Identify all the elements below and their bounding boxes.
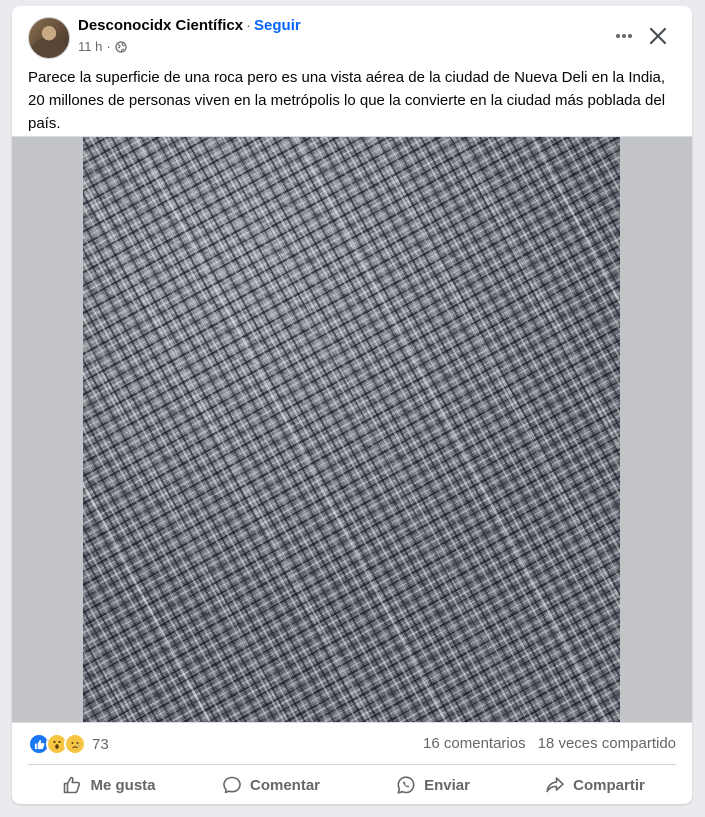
sad-reaction-icon — [64, 733, 86, 755]
post-stats: 73 16 comentarios 18 veces compartido — [28, 728, 676, 758]
reactions-summary[interactable]: 73 — [28, 733, 109, 755]
separator-dot: · — [246, 17, 252, 34]
close-icon — [649, 27, 667, 45]
comment-button[interactable]: Comentar — [190, 768, 352, 802]
divider — [28, 764, 676, 765]
share-arrow-icon — [546, 777, 564, 793]
globe-icon — [115, 40, 127, 53]
follow-button[interactable]: Seguir — [254, 17, 301, 34]
thumbs-up-icon — [64, 776, 81, 794]
shares-count[interactable]: 18 veces compartido — [538, 735, 676, 752]
post-body: Parece la superficie de una roca pero es… — [28, 69, 666, 132]
comment-label: Comentar — [249, 776, 320, 794]
post-card: Desconocidx Científicx · Seguir 11 h · Par… — [12, 6, 692, 804]
share-label: Compartir — [573, 776, 645, 794]
engagement-counts: 16 comentarios 18 veces compartido — [423, 735, 676, 752]
post-header: Desconocidx Científicx · Seguir 11 h · — [12, 6, 692, 66]
comments-count[interactable]: 16 comentarios — [423, 735, 526, 752]
post-meta: 11 h · — [78, 39, 127, 54]
close-button[interactable] — [642, 20, 674, 52]
share-button[interactable]: Compartir — [514, 768, 676, 802]
avatar[interactable] — [28, 17, 70, 59]
post-image-area[interactable] — [12, 136, 692, 723]
send-button[interactable]: Enviar — [352, 768, 514, 802]
aerial-city-photo[interactable] — [83, 137, 620, 722]
author-name[interactable]: Desconocidx Científicx — [78, 17, 243, 34]
more-options-button[interactable] — [608, 20, 640, 52]
time-separator: · — [106, 39, 111, 54]
like-label: Me gusta — [90, 776, 156, 794]
comment-bubble-icon — [223, 776, 241, 794]
author-line: Desconocidx Científicx · Seguir — [78, 17, 301, 34]
like-button[interactable]: Me gusta — [28, 768, 190, 802]
more-horizontal-icon — [616, 34, 632, 38]
reaction-count[interactable]: 73 — [92, 736, 109, 753]
whatsapp-icon — [397, 776, 415, 794]
action-bar: Me gusta Comentar Enviar Compartir — [28, 768, 676, 802]
send-label: Enviar — [424, 776, 470, 794]
post-time[interactable]: 11 h — [78, 39, 102, 54]
